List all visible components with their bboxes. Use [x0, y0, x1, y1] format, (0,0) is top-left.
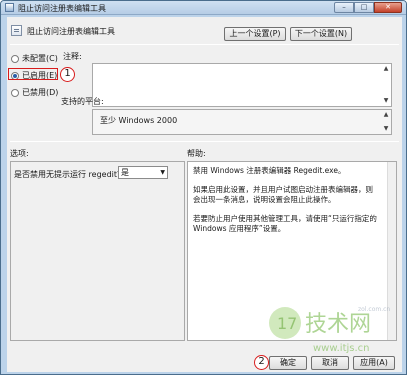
policy-window-icon [5, 3, 14, 12]
chevron-down-icon[interactable]: ▼ [160, 167, 165, 178]
help-section-label: 帮助: [187, 149, 206, 158]
regedit-select[interactable]: 是 ▼ [118, 166, 168, 179]
options-section-label: 选项: [10, 149, 29, 158]
watermark-text: 技术网 [305, 312, 371, 337]
svg-text:17: 17 [277, 314, 297, 333]
help-text: 禁用 Windows 注册表编辑器 Regedit.exe。 如果启用此设置，并… [193, 166, 378, 243]
scroll-up-icon[interactable]: ▲ [382, 65, 390, 73]
platform-label: 支持的平台: [61, 97, 104, 106]
dialog-window: 阻止访问注册表编辑工具 – □ ✕ 阻止访问注册表编辑工具 上一个设置(P) 下… [0, 0, 407, 375]
radio-disabled[interactable]: 已禁用(D) [11, 87, 58, 98]
comment-label: 注释: [63, 52, 82, 61]
policy-title: 阻止访问注册表编辑工具 [27, 27, 115, 36]
watermark-small: zol.com.cn [358, 306, 390, 313]
help-paragraph: 若要防止用户使用其他管理工具，请使用“只运行指定的 Windows 应用程序”设… [193, 214, 377, 233]
select-value: 是 [121, 168, 129, 177]
scroll-down-icon[interactable]: ▼ [382, 97, 390, 105]
window-title: 阻止访问注册表编辑工具 [18, 4, 106, 13]
close-button[interactable]: ✕ [374, 2, 402, 13]
help-paragraph: 如果启用此设置，并且用户试图启动注册表编辑器，则会出现一条消息，说明设置会阻止此… [193, 185, 373, 204]
platform-value: 至少 Windows 2000 [100, 116, 178, 125]
scroll-up-icon[interactable]: ▲ [382, 111, 390, 119]
radio-label: 已禁用(D) [22, 88, 59, 97]
regedit-question: 是否禁用无提示运行 regedit？ [14, 170, 126, 179]
scroll-down-icon[interactable]: ▼ [382, 125, 390, 133]
next-setting-button[interactable]: 下一个设置(N) [290, 27, 352, 41]
watermark-domain: www.itjs.cn [313, 343, 370, 354]
minimize-button[interactable]: – [334, 2, 354, 13]
radio-circle[interactable] [11, 88, 19, 97]
radio-label: 未配置(C) [22, 54, 58, 63]
header-divider [10, 44, 399, 45]
maximize-button[interactable]: □ [354, 2, 374, 13]
title-bar: 阻止访问注册表编辑工具 – □ ✕ [1, 1, 406, 15]
platform-box: 至少 Windows 2000 ▲ ▼ [92, 109, 392, 135]
options-panel: 是否禁用无提示运行 regedit？ 是 ▼ [10, 161, 185, 341]
radio-circle[interactable] [11, 54, 19, 63]
help-paragraph: 禁用 Windows 注册表编辑器 Regedit.exe。 [193, 166, 346, 175]
radio-not-configured[interactable]: 未配置(C) [11, 53, 58, 64]
watermark-logo: 17 技术网 www.itjs.cn zol.com.cn [269, 306, 390, 354]
highlight-box [8, 68, 58, 80]
comment-textarea[interactable]: ▲ ▼ [92, 63, 392, 107]
section-divider [10, 141, 399, 142]
previous-setting-button[interactable]: 上一个设置(P) [224, 27, 286, 41]
policy-icon [11, 25, 22, 36]
step-1-marker: 1 [60, 67, 75, 82]
